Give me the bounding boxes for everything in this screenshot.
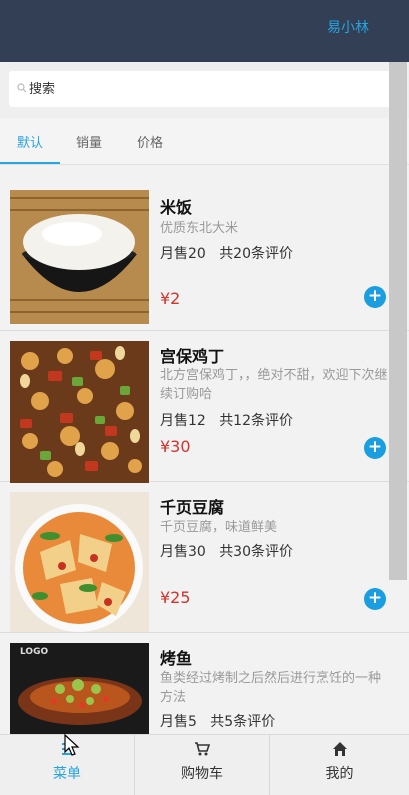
review-count: 共20条评价 [219, 246, 294, 262]
monthly-sales: 月售20 [160, 246, 206, 262]
list-item[interactable]: 米饭 优质东北大米 月售20 共20条评价 ¥2 + [0, 165, 409, 331]
grilled-fish-image: LOGO [10, 643, 149, 734]
tab-default[interactable]: 默认 [0, 118, 60, 164]
dish-name: 宫保鸡丁 [160, 347, 225, 366]
review-count: 共30条评价 [219, 544, 294, 560]
search-bar [0, 62, 409, 118]
image-logo-text: LOGO [20, 647, 49, 657]
home-icon [332, 742, 347, 756]
tofu-image [10, 492, 149, 632]
review-count: 共5条评价 [210, 714, 276, 730]
search-icon [17, 83, 27, 93]
kung-pao-chicken-image [10, 341, 149, 483]
dish-description: 北方宫保鸡丁，，绝对不甜，欢迎下次继续订购哈 [160, 368, 388, 402]
nav-cart-label: 购物车 [181, 766, 223, 782]
monthly-sales: 月售30 [160, 544, 206, 560]
add-to-cart-button[interactable]: + [364, 286, 386, 308]
nav-cart[interactable]: 购物车 [135, 735, 270, 795]
bottom-nav: 菜单 购物车 我的 [0, 734, 409, 795]
dish-stats: 月售30 共30条评价 [160, 541, 293, 561]
dish-stats: 月售5 共5条评价 [160, 711, 275, 731]
nav-menu-label: 菜单 [53, 766, 81, 782]
monthly-sales: 月售5 [160, 714, 197, 730]
rice-image [10, 190, 149, 324]
sort-tabs: 默认 销量 价格 [0, 118, 409, 165]
dish-stats: 月售20 共20条评价 [160, 243, 293, 263]
dish-list: 米饭 优质东北大米 月售20 共20条评价 ¥2 + 宫保鸡丁 北方宫保鸡丁，，… [0, 165, 409, 734]
dish-price: ¥30 [160, 437, 191, 456]
user-name[interactable]: 易小林 [327, 17, 369, 37]
top-header: 易小林 [0, 0, 409, 62]
dish-price: ¥2 [160, 289, 181, 308]
dish-description: 优质东北大米 [160, 221, 239, 236]
nav-profile-label: 我的 [325, 766, 354, 782]
add-to-cart-button[interactable]: + [364, 437, 386, 459]
scrollbar[interactable] [389, 62, 407, 580]
dish-name: 千页豆腐 [160, 498, 225, 517]
review-count: 共12条评价 [219, 413, 294, 429]
cart-icon [195, 742, 210, 756]
search-input[interactable] [29, 71, 389, 107]
dish-description: 鱼类经过烤制之后然后进行烹饪的一种方法 [160, 671, 382, 705]
tab-sales[interactable]: 销量 [67, 118, 111, 164]
add-to-cart-button[interactable]: + [364, 588, 386, 610]
dish-description: 千页豆腐，味道鲜美 [160, 520, 278, 535]
tab-price[interactable]: 价格 [128, 118, 172, 164]
dish-name: 米饭 [160, 198, 193, 217]
dish-stats: 月售12 共12条评价 [160, 410, 293, 430]
monthly-sales: 月售12 [160, 413, 206, 429]
nav-profile[interactable]: 我的 [270, 735, 409, 795]
search-box[interactable] [9, 71, 397, 107]
dish-price: ¥25 [160, 588, 191, 607]
mouse-cursor-icon [64, 734, 80, 756]
list-item[interactable]: LOGO 烤鱼 鱼类经过烤制之后然后进行烹饪的一种方法 月售5 共5条评价 [0, 633, 409, 734]
list-item[interactable]: 宫保鸡丁 北方宫保鸡丁，，绝对不甜，欢迎下次继续订购哈 月售12 共12条评价 … [0, 331, 409, 483]
list-item[interactable]: 千页豆腐 千页豆腐，味道鲜美 月售30 共30条评价 ¥25 + [0, 482, 409, 633]
dish-name: 烤鱼 [160, 649, 193, 668]
